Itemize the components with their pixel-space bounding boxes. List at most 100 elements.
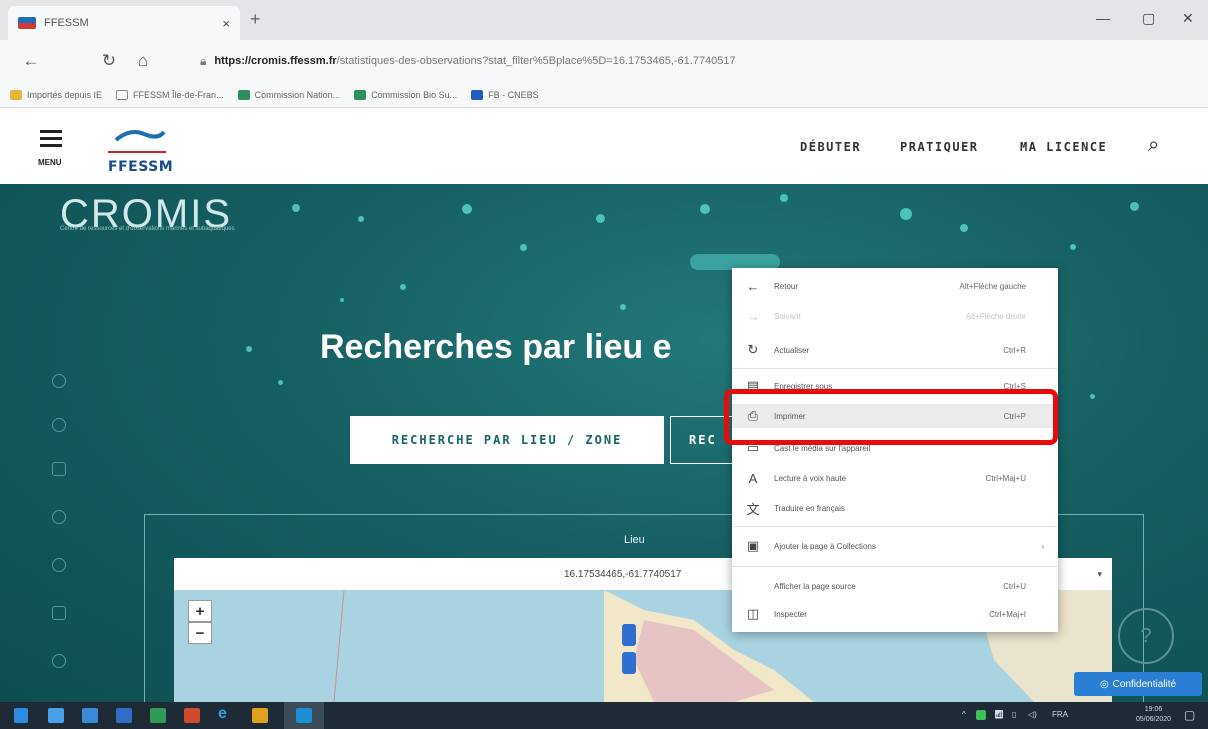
facebook-icon — [471, 89, 484, 100]
taskbar-app-icon[interactable] — [252, 708, 268, 723]
context-item-read-aloud[interactable]: A Lecture à voix haute Ctrl+Maj+U — [732, 466, 1058, 490]
place-label: Lieu — [624, 534, 645, 546]
taskbar-app-icon[interactable] — [184, 708, 200, 723]
url-field[interactable]: 🔒︎ https://cromis.ffessm.fr/statistiques… — [190, 47, 910, 75]
close-window-icon[interactable]: ✕ — [1182, 10, 1194, 27]
menu-label: MENU — [38, 158, 62, 167]
decor-dot — [462, 204, 472, 214]
logo-text: FFESSM — [108, 159, 174, 175]
tray-battery-icon[interactable]: ▯ — [1012, 710, 1016, 719]
hamburger-menu-icon[interactable] — [40, 130, 62, 151]
close-tab-icon[interactable]: × — [222, 16, 230, 31]
decor-dot — [246, 346, 252, 352]
context-item-back[interactable]: ← Retour Alt+Flèche gauche — [732, 274, 1058, 298]
context-item-shortcut: Ctrl+Maj+U — [985, 473, 1026, 483]
bookmark-item[interactable]: Commission Bio Su... — [354, 89, 457, 100]
internet-explorer-icon[interactable]: e — [218, 705, 234, 722]
ffessm-logo[interactable]: FFESSM — [108, 128, 174, 175]
context-item-view-source[interactable]: Afficher la page source Ctrl+U — [732, 574, 1058, 598]
context-item-shortcut: Alt+Flèche gauche — [959, 281, 1027, 291]
context-item-shortcut: Alt+Flèche droite — [965, 311, 1026, 321]
decor-dot — [700, 204, 710, 214]
privacy-icon: ◎ — [1099, 678, 1109, 690]
context-item-shortcut: Ctrl+R — [1003, 345, 1026, 355]
context-item-inspect[interactable]: ◫ Inspecter Ctrl+Maj+I — [732, 602, 1058, 626]
minimize-icon[interactable]: — — [1096, 10, 1110, 26]
refresh-icon[interactable]: ↻ — [92, 51, 126, 71]
decor-dot — [960, 224, 968, 232]
privacy-label: Confidentialité — [1112, 678, 1177, 690]
search-icon[interactable]: ⌕ — [1148, 134, 1159, 157]
zoom-in-button[interactable]: + — [188, 600, 212, 622]
context-item-forward[interactable]: → Suivant Alt+Flèche droite — [732, 304, 1058, 328]
side-message-icon[interactable] — [52, 606, 66, 620]
tray-chevron-icon[interactable]: ^ — [962, 710, 966, 719]
decor-dot — [1130, 202, 1139, 211]
bookmark-item[interactable]: Importés depuis IE — [10, 89, 102, 100]
nav-debuter[interactable]: DÉBUTER — [800, 140, 861, 154]
refresh-icon: ↻ — [747, 342, 759, 357]
decor-dot — [340, 298, 344, 302]
windows-start-icon[interactable] — [14, 708, 28, 723]
tray-network-icon[interactable]: 📶︎ — [994, 710, 1004, 719]
context-item-label: Actualiser — [774, 345, 810, 355]
side-camera-icon[interactable] — [52, 462, 66, 476]
home-icon[interactable]: ⌂ — [126, 51, 160, 71]
bookmark-item[interactable]: FFESSM Île-de-Fran... — [116, 89, 224, 100]
side-clock-icon[interactable] — [52, 418, 66, 432]
bookmark-item[interactable]: FB - CNEBS — [471, 89, 539, 100]
page-title: Recherches par lieu e — [320, 328, 672, 366]
privacy-button[interactable]: ◎ Confidentialité — [1074, 672, 1202, 696]
decor-dot — [596, 214, 605, 223]
clock-date: 05/06/2020 — [1136, 716, 1172, 723]
context-item-label: Ajouter la page à Collections — [774, 541, 876, 551]
browser-tab-strip: FFESSM × + — ▢ ✕ — [0, 0, 1208, 40]
url-text: https://cromis.ffessm.fr/statistiques-de… — [214, 55, 736, 67]
map-marker-icon[interactable] — [622, 624, 636, 646]
context-item-add-collections[interactable]: ▣ Ajouter la page à Collections › — [732, 534, 1058, 558]
tray-volume-icon[interactable]: ◁) — [1028, 710, 1037, 719]
tray-language[interactable]: FRA — [1052, 710, 1068, 719]
nav-pratiquer[interactable]: PRATIQUER — [900, 140, 979, 154]
bookmark-item[interactable]: Commission Nation... — [237, 89, 340, 100]
context-item-label: Traduire en français — [774, 503, 845, 513]
menu-divider — [732, 526, 1058, 527]
logo-wave-icon — [114, 130, 166, 142]
nav-ma-licence[interactable]: MA LICENCE — [1020, 140, 1107, 154]
read-aloud-icon: A — [748, 470, 758, 486]
context-item-label: Inspecter — [774, 609, 807, 619]
decor-dot — [520, 244, 527, 251]
taskbar-app-icon[interactable] — [82, 708, 98, 723]
back-arrow-icon: ← — [746, 278, 760, 294]
context-item-shortcut: Ctrl+Maj+I — [989, 609, 1026, 619]
new-tab-icon[interactable]: + — [250, 9, 261, 30]
decor-dot — [900, 208, 912, 220]
context-item-label: Afficher la page source — [774, 581, 856, 591]
task-view-icon[interactable] — [48, 708, 64, 723]
taskbar-clock[interactable]: 19:06 05/06/2020 — [1136, 705, 1171, 725]
taskbar-app-icon[interactable] — [150, 708, 166, 723]
side-user-icon[interactable] — [52, 510, 66, 524]
map-marker-icon[interactable] — [622, 652, 636, 674]
context-item-translate[interactable]: 文 Traduire en français — [732, 496, 1058, 520]
maximize-icon[interactable]: ▢ — [1142, 10, 1155, 27]
notification-icon[interactable]: ▢ — [1184, 708, 1195, 722]
side-home-icon[interactable] — [52, 374, 66, 388]
zoom-out-button[interactable]: − — [188, 622, 212, 644]
forward-arrow-icon: → — [746, 308, 760, 324]
side-location-icon[interactable] — [52, 654, 66, 668]
search-by-place-button[interactable]: RECHERCHE PAR LIEU / ZONE — [350, 416, 664, 464]
taskbar-app-icon[interactable] — [116, 708, 132, 723]
side-settings-icon[interactable] — [52, 558, 66, 572]
browser-tab[interactable]: FFESSM × — [8, 6, 240, 40]
context-item-refresh[interactable]: ↻ Actualiser Ctrl+R — [732, 338, 1058, 362]
chevron-right-icon: › — [1041, 541, 1044, 551]
inspect-icon: ◫ — [746, 606, 760, 621]
bookmark-favicon-icon — [354, 89, 367, 100]
back-icon[interactable]: ← — [14, 51, 48, 71]
chevron-down-icon[interactable]: ▾ — [1097, 569, 1102, 580]
logo-red-bar — [108, 151, 166, 153]
tray-app-icon[interactable] — [976, 710, 986, 720]
decor-dot — [278, 380, 283, 385]
help-bubble-icon[interactable]: ? — [1118, 608, 1174, 664]
